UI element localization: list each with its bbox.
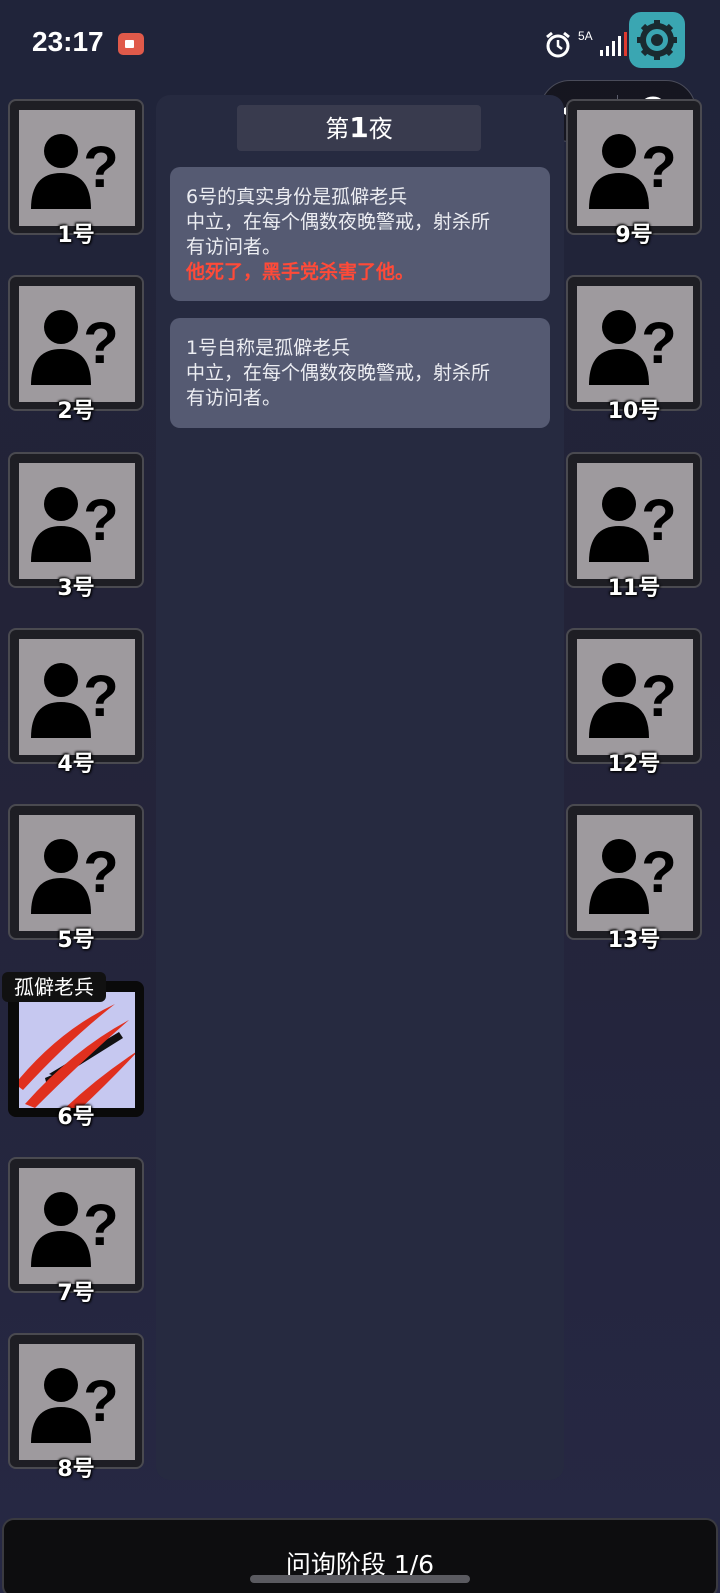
player-number: 7号 bbox=[57, 1280, 95, 1306]
player-slot[interactable]: ? 11号 bbox=[566, 451, 706, 601]
night-title: 第1夜 bbox=[237, 105, 481, 151]
player-number: 9号 bbox=[615, 223, 653, 248]
unknown-person-icon: ? bbox=[31, 482, 121, 562]
unknown-person-icon: ? bbox=[589, 834, 679, 915]
player-frame: ? bbox=[8, 1333, 144, 1470]
unknown-person-icon: ? bbox=[31, 305, 121, 386]
game-screen: 23:17 5A 第1夜 6号的真实身份是孤僻老兵 中立，在每个偶数夜晚警戒，射… bbox=[0, 0, 720, 1593]
player-avatar: ? bbox=[19, 1167, 135, 1284]
player-slot[interactable]: ? 1号 bbox=[8, 99, 148, 248]
player-number: 8号 bbox=[57, 1457, 95, 1483]
unknown-person-icon: ? bbox=[31, 834, 121, 915]
svg-text:?: ? bbox=[641, 135, 676, 200]
player-slot[interactable]: ? 2号 bbox=[8, 275, 148, 424]
player-slot[interactable]: ? 10号 bbox=[566, 275, 706, 424]
dead-veteran-icon bbox=[15, 991, 139, 1110]
player-slot[interactable]: ? 4号 bbox=[8, 627, 148, 777]
player-slot[interactable]: ? 7号 bbox=[8, 1156, 148, 1306]
home-indicator[interactable] bbox=[250, 1575, 470, 1583]
svg-text:?: ? bbox=[641, 488, 676, 553]
player-frame: ? bbox=[8, 275, 144, 412]
svg-text:?: ? bbox=[83, 488, 118, 553]
message-card: 1号自称是孤僻老兵 中立，在每个偶数夜晚警戒，射杀所 有访问者。 bbox=[170, 318, 550, 428]
player-frame: ? bbox=[8, 1156, 144, 1293]
player-number: 13号 bbox=[607, 928, 661, 954]
player-slot[interactable]: ? 8号 bbox=[8, 1333, 148, 1482]
player-avatar: ? bbox=[19, 638, 135, 755]
message-line: 6号的真实身份是孤僻老兵 bbox=[186, 186, 408, 208]
unknown-person-icon: ? bbox=[31, 129, 121, 209]
player-number: 10号 bbox=[607, 399, 661, 425]
player-slot[interactable]: ? 13号 bbox=[566, 804, 706, 953]
player-avatar: ? bbox=[19, 286, 135, 403]
player-avatar: ? bbox=[577, 462, 693, 579]
player-number: 3号 bbox=[57, 575, 95, 601]
role-tag: 孤僻老兵 bbox=[2, 972, 106, 1002]
player-avatar: ? bbox=[19, 815, 135, 932]
night-number: 1 bbox=[349, 111, 369, 144]
death-notice: 他死了，黑手党杀害了他。 bbox=[186, 261, 415, 283]
player-frame: ? bbox=[8, 627, 144, 764]
player-avatar: ? bbox=[577, 815, 693, 932]
message-card: 6号的真实身份是孤僻老兵 中立，在每个偶数夜晚警戒，射杀所 有访问者。 他死了，… bbox=[170, 167, 550, 301]
player-frame: ? bbox=[566, 275, 702, 412]
message-line: 中立，在每个偶数夜晚警戒，射杀所 bbox=[186, 362, 491, 384]
svg-text:?: ? bbox=[83, 311, 118, 376]
unknown-person-icon: ? bbox=[589, 658, 679, 738]
alarm-icon bbox=[546, 31, 570, 58]
svg-text:?: ? bbox=[83, 1193, 118, 1258]
night-log-panel bbox=[156, 95, 564, 1480]
svg-text:?: ? bbox=[83, 1369, 118, 1434]
night-prefix: 第 bbox=[325, 115, 350, 143]
unknown-person-icon: ? bbox=[589, 482, 679, 562]
player-slot[interactable]: ? 9号 bbox=[566, 99, 706, 248]
player-number: 12号 bbox=[607, 751, 661, 777]
message-line: 有访问者。 bbox=[186, 387, 282, 409]
player-avatar: ? bbox=[577, 638, 693, 755]
svg-text:?: ? bbox=[641, 840, 676, 905]
message-line: 中立，在每个偶数夜晚警戒，射杀所 bbox=[186, 211, 491, 233]
player-slot[interactable]: ? 3号 bbox=[8, 451, 148, 601]
svg-text:?: ? bbox=[641, 664, 676, 729]
network-label: 5A bbox=[578, 29, 593, 43]
player-avatar bbox=[15, 991, 139, 1110]
unknown-person-icon: ? bbox=[589, 305, 679, 386]
player-avatar: ? bbox=[19, 462, 135, 579]
player-avatar: ? bbox=[577, 110, 693, 226]
player-number: 4号 bbox=[57, 751, 95, 777]
player-frame: ? bbox=[8, 451, 144, 588]
settings-icon[interactable] bbox=[629, 12, 685, 68]
player-number: 1号 bbox=[57, 223, 95, 248]
message-line: 有访问者。 bbox=[186, 236, 282, 258]
player-number: 6号 bbox=[57, 1104, 95, 1130]
player-frame: ? bbox=[8, 804, 144, 941]
unknown-person-icon: ? bbox=[31, 1363, 121, 1444]
night-suffix: 夜 bbox=[368, 115, 393, 143]
player-avatar: ? bbox=[577, 286, 693, 403]
player-frame: ? bbox=[566, 451, 702, 588]
player-frame: ? bbox=[8, 99, 144, 235]
player-avatar: ? bbox=[19, 1344, 135, 1461]
message-line: 1号自称是孤僻老兵 bbox=[186, 337, 351, 359]
player-slot[interactable]: ? 12号 bbox=[566, 627, 706, 777]
player-frame: ? bbox=[566, 804, 702, 941]
svg-text:?: ? bbox=[83, 840, 118, 905]
player-frame: ? bbox=[566, 99, 702, 235]
svg-text:?: ? bbox=[83, 664, 118, 729]
svg-text:?: ? bbox=[641, 311, 676, 376]
unknown-person-icon: ? bbox=[31, 1187, 121, 1267]
unknown-person-icon: ? bbox=[31, 658, 121, 738]
player-number: 2号 bbox=[57, 399, 95, 425]
unknown-person-icon: ? bbox=[589, 129, 679, 209]
svg-text:?: ? bbox=[83, 135, 118, 200]
player-number: 11号 bbox=[607, 575, 661, 601]
player-slot[interactable]: ? 5号 bbox=[8, 804, 148, 953]
player-avatar: ? bbox=[19, 110, 135, 226]
signal-icon bbox=[600, 32, 627, 56]
record-icon bbox=[118, 33, 144, 55]
status-time: 23:17 bbox=[32, 26, 104, 57]
player-frame: ? bbox=[566, 627, 702, 764]
player-number: 5号 bbox=[57, 928, 95, 954]
